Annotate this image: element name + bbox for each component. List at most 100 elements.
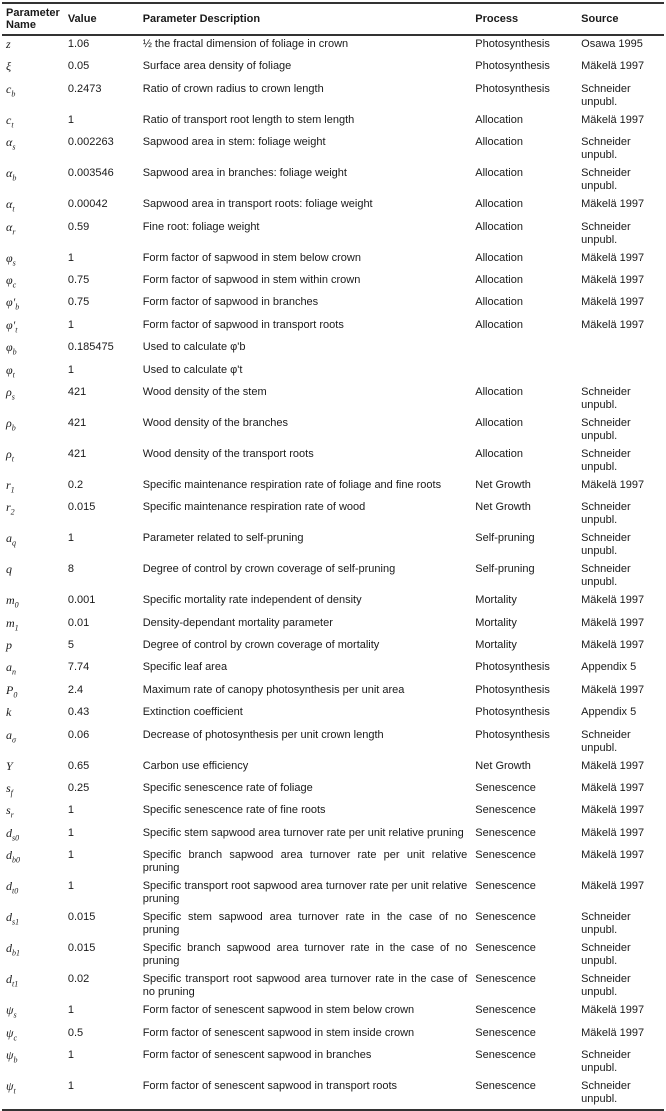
table-row: ct 1 Ratio of transport root length to ste… — [2, 112, 664, 134]
table-row: aq 1 Parameter related to self-pruning Self… — [2, 530, 664, 561]
parameter-source: Appendix 5 — [581, 661, 637, 674]
symbol-base: φ — [6, 362, 13, 377]
parameter-source: Mäkelä 1997 — [581, 296, 645, 309]
parameter-description: Sapwood area in branches: foliage weight — [142, 167, 347, 180]
parameter-process: Net Growth — [475, 759, 531, 772]
table-row: φs 1 Form factor of sapwood in stem below … — [2, 250, 664, 272]
symbol-subscript: s0 — [12, 833, 20, 843]
symbol-subscript: b0 — [12, 855, 20, 865]
table-row: dt1 0.02 Specific transport root sapwood a… — [2, 971, 664, 1002]
parameter-value: 0.2473 — [67, 82, 102, 95]
table-row: m0 0.001 Specific mortality rate independe… — [2, 592, 664, 614]
table-row: z 1.06 ½ the fractal dimension of foliage … — [2, 35, 664, 58]
parameter-symbol: k — [2, 704, 64, 726]
symbol-subscript: q — [12, 538, 16, 548]
symbol-subscript: b1 — [12, 948, 20, 958]
parameter-source: Mäkelä 1997 — [581, 616, 645, 629]
parameter-symbol: ρb — [2, 415, 64, 446]
parameter-process: Photosynthesis — [475, 82, 550, 95]
table-row: sr 1 Specific senescence rate of fine root… — [2, 802, 664, 824]
parameter-description: Fine root: foliage weight — [142, 220, 260, 233]
parameter-process: Self-pruning — [475, 532, 535, 545]
parameter-symbol: ρt — [2, 446, 64, 477]
table-row: r1 0.2 Specific maintenance respiration ra… — [2, 477, 664, 499]
table-row: r2 0.015 Specific maintenance respiration … — [2, 499, 664, 530]
parameter-symbol: q — [2, 561, 64, 592]
parameter-symbol: ψt — [2, 1078, 64, 1110]
parameter-value: 0.015 — [67, 911, 96, 924]
symbol-subscript: s — [11, 392, 15, 402]
parameter-value: 0.002263 — [67, 136, 114, 149]
parameter-value: 8 — [67, 563, 74, 576]
symbol-base: φ' — [6, 317, 16, 332]
parameter-source: Mäkelä 1997 — [581, 804, 645, 817]
parameter-description: Maximum rate of canopy photosynthesis pe… — [142, 683, 405, 696]
symbol-subscript: n — [12, 667, 16, 677]
parameter-symbol: db1 — [2, 940, 64, 971]
parameter-source: Schneider unpubl. — [581, 563, 631, 589]
symbol-subscript: s1 — [12, 917, 20, 927]
parameter-description: Parameter related to self-pruning — [142, 532, 304, 545]
parameter-symbol: p — [2, 637, 64, 659]
symbol-subscript: 1 — [14, 623, 19, 633]
parameter-source: Schneider unpubl. — [581, 167, 631, 193]
parameter-process: Allocation — [475, 385, 523, 398]
symbol-subscript: t1 — [12, 979, 19, 989]
parameter-value: 421 — [67, 385, 87, 398]
table-row: αb 0.003546 Sapwood area in branches: foli… — [2, 165, 664, 196]
parameter-symbol: db0 — [2, 847, 64, 878]
parameter-symbol: ds1 — [2, 909, 64, 940]
symbol-subscript: 1 — [10, 485, 15, 495]
table-row: ρs 421 Wood density of the stem Allocation S… — [2, 384, 664, 415]
symbol-subscript: t — [11, 120, 14, 130]
parameter-process: Allocation — [475, 447, 523, 460]
parameter-description: Form factor of senescent sapwood in tran… — [142, 1079, 398, 1092]
symbol-base: Y — [6, 758, 13, 773]
parameter-process: Senescence — [475, 1048, 536, 1061]
parameter-source: Mäkelä 1997 — [581, 251, 645, 264]
table-row: αs 0.002263 Sapwood area in stem: foliage … — [2, 134, 664, 165]
parameter-process: Allocation — [475, 136, 523, 149]
parameter-process: Allocation — [475, 113, 523, 126]
table-row: ψt 1 Form factor of senescent sapwood in t… — [2, 1078, 664, 1110]
parameter-value: 1 — [67, 849, 74, 862]
parameter-value: 1 — [67, 363, 74, 376]
parameter-process: Senescence — [475, 782, 536, 795]
table-row: φ'b 0.75 Form factor of sapwood in branche… — [2, 294, 664, 316]
parameter-symbol: αt — [2, 196, 64, 218]
symbol-base: ψ — [6, 1078, 14, 1093]
parameter-description: Wood density of the branches — [142, 416, 289, 429]
parameter-description: Form factor of senescent sapwood in bran… — [142, 1048, 372, 1061]
parameter-description: Specific maintenance respiration rate of… — [142, 478, 442, 491]
parameter-description: Form factor of sapwood in stem below cro… — [142, 251, 361, 264]
table-row: ξ 0.05 Surface area density of foliage Phot… — [2, 58, 664, 80]
parameter-process — [471, 339, 577, 361]
parameter-symbol: dt0 — [2, 878, 64, 909]
parameter-source: Mäkelä 1997 — [581, 478, 645, 491]
symbol-subscript: c — [12, 280, 17, 290]
parameter-symbol: aσ — [2, 727, 64, 758]
parameter-source: Schneider unpubl. — [581, 385, 631, 411]
parameter-description: Specific mortality rate independent of d… — [142, 594, 362, 607]
parameter-process: Mortality — [475, 616, 517, 629]
parameter-description: Form factor of sapwood in branches — [142, 296, 319, 309]
symbol-base: φ — [6, 340, 13, 355]
parameter-symbol: P0 — [2, 682, 64, 704]
parameter-description: Degree of control by crown coverage of s… — [142, 563, 396, 576]
symbol-base: ψ — [6, 1025, 14, 1040]
table-row: ψs 1 Form factor of senescent sapwood in s… — [2, 1002, 664, 1024]
parameter-description: Degree of control by crown coverage of m… — [142, 639, 380, 652]
parameter-description: Specific maintenance respiration rate of… — [142, 501, 366, 514]
parameter-source — [577, 339, 664, 361]
symbol-subscript: b — [11, 89, 16, 99]
parameter-value: 1 — [67, 532, 74, 545]
parameter-description: Specific leaf area — [142, 661, 228, 674]
parameter-source — [577, 362, 664, 384]
parameter-symbol: an — [2, 659, 64, 681]
parameter-symbol: φt — [2, 362, 64, 384]
parameter-symbol: m0 — [2, 592, 64, 614]
parameter-process: Photosynthesis — [475, 661, 550, 674]
symbol-subscript: 2 — [10, 507, 15, 517]
table-row: φb 0.185475 Used to calculate φ'b — [2, 339, 664, 361]
table-row: Y 0.65 Carbon use efficiency Net Growth Mäke… — [2, 758, 664, 780]
